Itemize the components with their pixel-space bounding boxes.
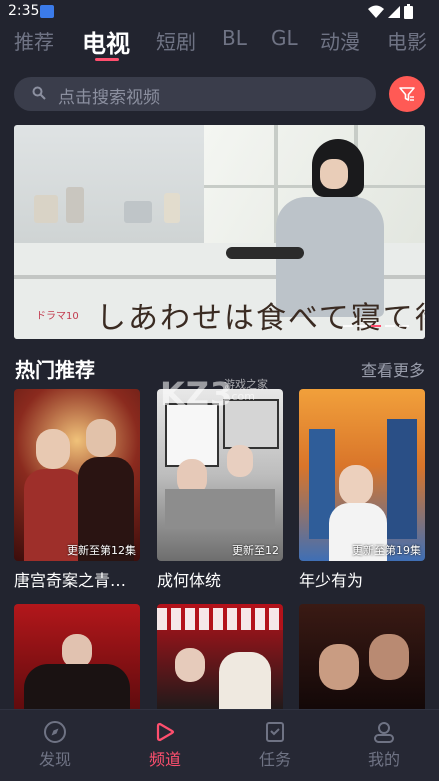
active-tab-indicator — [95, 58, 119, 61]
banner-title: しあわせは食べて寝て待て — [96, 301, 425, 336]
nav-discover[interactable]: 发现 — [15, 720, 95, 770]
see-more-link[interactable]: 查看更多 — [361, 357, 425, 381]
video-title: 唐宫奇案之青… — [14, 571, 127, 590]
nav-label: 任务 — [258, 750, 291, 769]
episode-badge: 更新至第19集 — [352, 544, 421, 557]
nav-task[interactable]: 任务 — [235, 720, 315, 770]
video-poster[interactable] — [157, 604, 283, 714]
section-title: 热门推荐 — [15, 358, 95, 382]
video-poster[interactable] — [14, 604, 140, 714]
play-icon — [156, 722, 175, 742]
nav-channel[interactable]: 频道 — [125, 720, 205, 770]
app-notification-icon — [40, 5, 54, 18]
user-icon — [374, 722, 394, 743]
video-poster[interactable] — [299, 604, 425, 714]
tab-recommend[interactable]: 推荐 — [14, 26, 54, 55]
video-poster: 更新至12 — [157, 389, 283, 561]
tab-anime[interactable]: 动漫 — [320, 26, 360, 55]
banner-tag: ドラマ10 — [36, 311, 79, 322]
search-icon — [32, 86, 46, 100]
filter-button[interactable] — [389, 76, 425, 112]
video-title: 成何体统 — [157, 571, 222, 590]
episode-badge: 更新至12 — [232, 544, 279, 557]
watermark-logo: KZ3 — [160, 375, 234, 413]
wifi-icon — [368, 5, 384, 18]
episode-badge: 更新至第12集 — [67, 544, 136, 557]
frying-pan — [226, 247, 304, 259]
nav-label: 发现 — [38, 750, 71, 769]
tab-gl[interactable]: GL — [271, 26, 298, 50]
filter-icon — [399, 87, 415, 101]
task-icon — [266, 722, 284, 742]
search-bar[interactable]: 点击搜索视频 — [14, 77, 376, 111]
banner-pager — [343, 325, 409, 327]
compass-icon — [44, 721, 66, 743]
tab-movie[interactable]: 电影 — [387, 26, 427, 55]
battery-icon — [404, 4, 413, 19]
video-title: 年少有为 — [299, 571, 364, 590]
video-poster: 更新至第12集 — [14, 389, 140, 561]
status-time: 2:35 — [8, 3, 40, 19]
status-bar: 2:35 — [0, 0, 439, 24]
tab-bl[interactable]: BL — [222, 26, 247, 50]
signal-icon — [388, 5, 400, 18]
video-poster: 更新至第19集 — [299, 389, 425, 561]
nav-mine[interactable]: 我的 — [344, 720, 424, 770]
nav-label: 频道 — [148, 750, 181, 769]
tab-short-drama[interactable]: 短剧 — [156, 26, 196, 55]
bottom-navigation: 发现 频道 任务 我的 — [0, 709, 439, 781]
nav-label: 我的 — [367, 750, 400, 769]
featured-banner[interactable]: ドラマ10 しあわせは食べて寝て待て — [14, 125, 425, 339]
watermark-domain: .com — [228, 390, 255, 403]
tab-tv[interactable]: 电视 — [82, 26, 130, 59]
search-placeholder: 点击搜索视频 — [58, 88, 160, 108]
category-tabs: 推荐 电视 短剧 BL GL 动漫 电影 — [0, 26, 439, 66]
